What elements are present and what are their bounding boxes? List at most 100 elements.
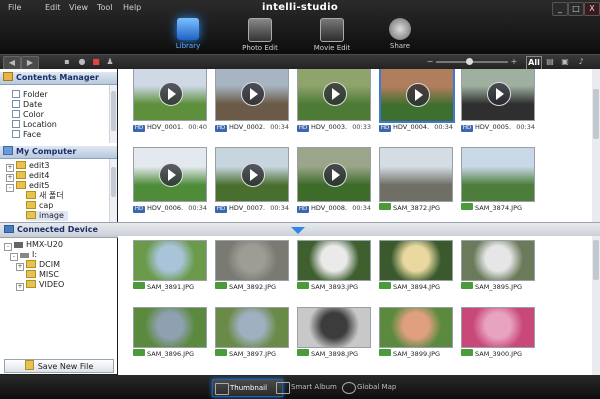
my-computer-scrollbar[interactable]: [109, 159, 117, 222]
expand-toggle[interactable]: +: [16, 263, 24, 271]
device-image-thumbnail[interactable]: SAM_3899.JPG: [379, 307, 455, 375]
checkbox[interactable]: [12, 100, 20, 108]
mode-movie-edit-label: Movie Edit: [313, 44, 351, 52]
expand-toggle[interactable]: +: [16, 283, 24, 291]
my-computer-header[interactable]: My Computer: [0, 146, 117, 159]
grid-view-icon[interactable]: ▤: [545, 56, 555, 68]
play-icon[interactable]: [159, 82, 183, 106]
media-thumbnail[interactable]: HD HDV_0007. 00:34: [215, 147, 291, 215]
play-icon[interactable]: [406, 83, 430, 107]
device-image-thumbnail[interactable]: SAM_3897.JPG: [215, 307, 291, 375]
media-thumbnail[interactable]: HD HDV_0003. 00:33: [297, 69, 373, 134]
save-new-file-button[interactable]: Save New File: [4, 359, 114, 373]
device-grid: SAM_3891.JPG SAM_3892.JPG SAM_3893.JPG SAM_…: [118, 236, 592, 375]
device-image-thumbnail[interactable]: SAM_3893.JPG: [297, 240, 373, 308]
scroll-thumb[interactable]: [593, 240, 599, 280]
thumbnail-image: [133, 240, 207, 281]
thumbnail-caption: HD HDV_0002. 00:34: [215, 122, 291, 132]
cm-item-date[interactable]: Date: [12, 100, 42, 110]
maximize-button[interactable]: □: [568, 2, 584, 16]
tab-global-map[interactable]: Global Map: [340, 379, 413, 395]
checkbox[interactable]: [12, 90, 20, 98]
media-thumbnail[interactable]: HD HDV_0001. 00:40: [133, 69, 209, 134]
cm-item-color[interactable]: Color: [12, 110, 44, 120]
zoom-out-button[interactable]: −: [426, 56, 434, 68]
media-thumbnail[interactable]: HD HDV_0008. 00:34: [297, 147, 373, 215]
duration: 00:34: [188, 204, 207, 212]
share-globe-icon: [389, 18, 411, 40]
play-icon[interactable]: [323, 82, 347, 106]
folder-icon: [26, 191, 36, 199]
scroll-thumb[interactable]: [111, 91, 116, 131]
mode-photo-edit[interactable]: Photo Edit: [230, 16, 290, 52]
tab-smart-album[interactable]: Smart Album: [274, 379, 347, 395]
media-thumbnail[interactable]: HD HDV_0005. 00:34: [461, 69, 537, 134]
device-image-thumbnail[interactable]: SAM_3898.JPG: [297, 307, 373, 375]
contents-manager-title: Contents Manager: [16, 73, 99, 82]
expand-toggle[interactable]: -: [6, 184, 14, 192]
file-name: SAM_3872.JPG: [393, 204, 441, 212]
device-image-thumbnail[interactable]: SAM_3900.JPG: [461, 307, 537, 375]
collapse-arrow-icon[interactable]: [291, 227, 305, 234]
delete-icon[interactable]: ▪: [62, 56, 72, 68]
mode-library[interactable]: Library: [158, 16, 218, 52]
duration: 00:40: [188, 123, 207, 131]
play-icon[interactable]: [241, 163, 265, 187]
media-thumbnail[interactable]: SAM_3874.JPG: [461, 147, 537, 215]
play-icon[interactable]: [159, 163, 183, 187]
device-image-thumbnail[interactable]: SAM_3895.JPG: [461, 240, 537, 308]
library-grid-scrollbar[interactable]: [592, 69, 600, 222]
tab-thumbnail[interactable]: Thumbnail: [212, 379, 283, 397]
forward-button[interactable]: ▶: [21, 56, 39, 70]
view-all-button[interactable]: All: [526, 56, 542, 70]
mode-movie-edit[interactable]: Movie Edit: [302, 16, 362, 52]
device-grid-scrollbar[interactable]: [592, 236, 600, 375]
media-thumbnail[interactable]: HD HDV_0004. 00:34: [379, 69, 455, 134]
tree-item-image[interactable]: image: [26, 211, 68, 221]
connected-device-header[interactable]: Connected Device: [0, 223, 117, 237]
tree-item-misc[interactable]: MISC: [26, 270, 59, 280]
checkbox[interactable]: [12, 120, 20, 128]
device-image-thumbnail[interactable]: SAM_3896.JPG: [133, 307, 209, 375]
media-thumbnail[interactable]: SAM_3872.JPG: [379, 147, 455, 215]
back-button[interactable]: ◀: [3, 56, 21, 70]
toolbar: ◀ ▶ ▪ ● ■ ♟ − + All ▤ ▣ ♪: [0, 54, 600, 70]
close-button[interactable]: X: [584, 2, 600, 16]
checkbox[interactable]: [12, 130, 20, 138]
cm-item-face[interactable]: Face: [12, 130, 41, 140]
tree-item-video[interactable]: + VIDEO: [16, 280, 64, 291]
audio-filter-icon[interactable]: ♪: [576, 56, 586, 68]
person-filter-icon[interactable]: ▣: [560, 56, 570, 68]
face-tag-icon[interactable]: ♟: [105, 56, 115, 68]
tree-item-cap[interactable]: cap: [26, 201, 53, 211]
scroll-thumb[interactable]: [593, 89, 599, 139]
rotate-icon[interactable]: ●: [77, 56, 87, 68]
zoom-slider-handle[interactable]: [466, 58, 473, 65]
checkbox[interactable]: [12, 110, 20, 118]
contents-manager-scrollbar[interactable]: [109, 85, 117, 143]
thumbnail-icon: [215, 383, 229, 395]
zoom-slider[interactable]: [436, 58, 508, 65]
play-icon[interactable]: [487, 82, 511, 106]
media-thumbnail[interactable]: HD HDV_0006. 00:34: [133, 147, 209, 215]
minimize-button[interactable]: _: [552, 2, 568, 16]
library-icon: [177, 18, 199, 40]
cm-item-location[interactable]: Location: [12, 120, 57, 130]
device-image-thumbnail[interactable]: SAM_3894.JPG: [379, 240, 455, 308]
mode-share[interactable]: Share: [370, 16, 430, 52]
folder-icon: [26, 211, 36, 219]
contents-manager-header[interactable]: Contents Manager: [0, 72, 117, 85]
scroll-thumb[interactable]: [111, 167, 116, 197]
zoom-in-button[interactable]: +: [510, 56, 518, 68]
tree-item-new-folder[interactable]: 새 폴더: [26, 191, 64, 201]
save-icon: [24, 360, 34, 370]
media-thumbnail[interactable]: HD HDV_0002. 00:34: [215, 69, 291, 134]
play-icon[interactable]: [241, 82, 265, 106]
device-image-thumbnail[interactable]: SAM_3892.JPG: [215, 240, 291, 308]
play-icon[interactable]: [323, 163, 347, 187]
mark-icon[interactable]: ■: [91, 56, 101, 68]
tree-label: cap: [39, 201, 54, 210]
cm-item-folder[interactable]: Folder: [12, 90, 48, 100]
device-image-thumbnail[interactable]: SAM_3891.JPG: [133, 240, 209, 308]
image-badge-icon: [133, 282, 145, 289]
